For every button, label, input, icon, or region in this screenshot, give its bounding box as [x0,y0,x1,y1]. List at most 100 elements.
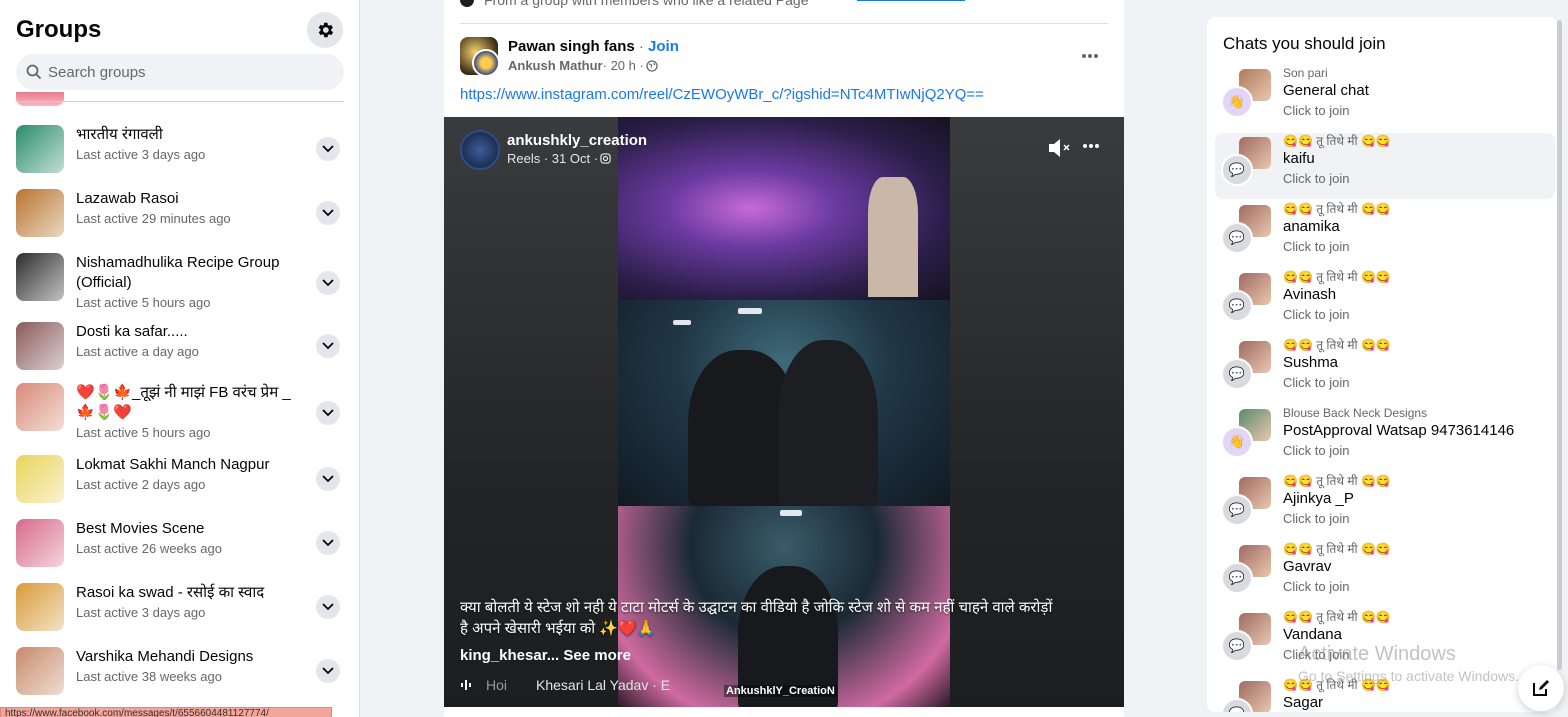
wave-icon: 👋 [1221,426,1253,458]
search-input[interactable] [48,63,328,81]
join-link[interactable]: Join [648,38,679,55]
group-expand-button[interactable] [316,531,340,555]
chat-suggestion[interactable]: 💬 😋😋 तू तिथे मी 😋😋 Sushma Click to join [1215,337,1555,403]
group-item[interactable]: Best Movies Scene Last active 26 weeks ag… [16,519,346,567]
new-message-button[interactable] [1518,665,1564,711]
reel-music[interactable]: Hoi Khesari Lal Yadav · E [460,677,670,693]
group-expand-button[interactable] [316,400,340,425]
group-name[interactable]: Nishamadhulika Recipe Group (Official) [76,253,296,293]
group-expand-button[interactable] [316,334,340,358]
group-item[interactable]: Varshika Mehandi Designs Last active 38 w… [16,647,346,695]
chat-suggestion[interactable]: 💬 😋😋 तू तिथे मी 😋😋 anamika Click to join [1215,201,1555,267]
group-item[interactable]: Lazawab Rasoi Last active 29 minutes ago [16,189,346,237]
chat-join-hint: Click to join [1283,103,1350,118]
info-icon [460,0,474,7]
suggestion-text: From a group with members who like a rel… [484,0,809,8]
chat-suggestion[interactable]: 💬 😋😋 तू तिथे मी 😋😋 Avinash Click to join [1215,269,1555,335]
group-name[interactable]: Lokmat Sakhi Manch Nagpur [76,455,296,475]
group-name-link[interactable]: Pawan singh fans [508,38,635,55]
sidebar-title: Groups [16,16,102,43]
chat-name: Ajinkya _P [1283,490,1354,507]
chat-join-hint: Click to join [1283,511,1350,526]
feed-column: From a group with members who like a rel… [444,0,1124,717]
chat-parent-group: Blouse Back Neck Designs [1283,406,1428,420]
reel-video[interactable]: ankushkly_creation Reels · 31 Oct · क्या… [444,117,1124,707]
reel-meta: Reels · 31 Oct · [507,151,611,166]
chat-bubble-icon: 💬 [1221,562,1253,594]
group-expand-button[interactable] [316,137,340,161]
chat-parent-group: 😋😋 तू तिथे मी 😋😋 [1283,338,1391,352]
chat-name: Sushma [1283,354,1339,371]
drone-shape [738,308,762,314]
post-link[interactable]: https://www.instagram.com/reel/CzEWOyWBr… [460,86,984,103]
author-name[interactable]: Ankush Mathur [508,58,603,73]
chat-suggestion[interactable]: 💬 😋😋 तू तिथे मी 😋😋 kaifu Click to join [1215,133,1555,199]
author-avatar[interactable] [472,49,500,77]
right-scrollbar[interactable] [1557,20,1562,670]
group-thumbnail[interactable] [16,383,64,431]
group-name[interactable]: भारतीय रंगावली [76,125,296,145]
group-thumbnail[interactable] [16,125,64,173]
search-groups[interactable] [16,54,344,90]
group-thumbnail[interactable] [16,253,64,301]
reel-options-button[interactable] [1078,133,1104,159]
group-thumbnail[interactable] [16,189,64,237]
chat-name: Sagar [1283,694,1324,711]
group-expand-button[interactable] [316,270,340,295]
group-thumbnail[interactable] [16,583,64,631]
search-icon [26,64,42,80]
group-item[interactable]: भारतीय रंगावली Last active 3 days ago [16,125,346,173]
group-name[interactable]: Lazawab Rasoi [76,189,296,209]
group-item[interactable]: Nishamadhulika Recipe Group (Official) La… [16,253,346,312]
group-name[interactable]: ❤️🌷🍁_तूझं नी माझं FB वरंच प्रेम _🍁🌷❤️ [76,383,296,423]
reel-date: Reels · 31 Oct · [507,151,599,166]
video-frame-2 [618,300,950,510]
group-info: Nishamadhulika Recipe Group (Official) La… [76,253,296,312]
chat-name: Gavrav [1283,558,1332,575]
wave-icon: 👋 [1221,86,1253,118]
status-url: https://www.facebook.com/messages/t/6556… [0,707,332,717]
post-options-button[interactable] [1074,40,1106,72]
mute-button[interactable] [1046,137,1072,159]
chat-join-hint: Click to join [1283,307,1350,322]
group-item[interactable]: Lokmat Sakhi Manch Nagpur Last active 2 d… [16,455,346,503]
group-thumbnail[interactable] [16,322,64,370]
post-meta: Ankush Mathur · 20 h · [508,58,658,73]
chat-suggestion[interactable]: 👋 Son pari General chat Click to join [1215,65,1555,131]
group-expand-button[interactable] [316,659,340,683]
group-name[interactable]: Best Movies Scene [76,519,296,539]
chat-suggestion[interactable]: 👋 Blouse Back Neck Designs PostApproval Wa… [1215,405,1555,471]
group-item[interactable]: Rasoi ka swad - रसोई का स्वाद Last active… [16,583,346,631]
instagram-icon [600,153,611,164]
group-item[interactable]: Dosti ka safar..... Last active a day ago [16,322,346,370]
chat-bubble-icon: 💬 [1221,630,1253,662]
group-name[interactable]: Varshika Mehandi Designs [76,647,296,667]
video-watermark: AnkushklY_CreatioN [724,685,837,697]
settings-button[interactable] [307,12,343,48]
group-item[interactable]: ❤️🌷🍁_तूझं नी माझं FB वरंच प्रेम _🍁🌷❤️ Las… [16,383,346,442]
video-frame-1 [618,117,950,300]
group-thumbnail[interactable] [16,455,64,503]
chat-bubble-icon: 💬 [1221,154,1253,186]
post-time[interactable]: · 20 h · [603,58,644,73]
group-expand-button[interactable] [316,201,340,225]
chat-parent-group: 😋😋 तू तिथे मी 😋😋 [1283,542,1391,556]
group-thumbnail[interactable] [16,647,64,695]
chat-suggestion[interactable]: 💬 😋😋 तू तिथे मी 😋😋 Ajinkya _P Click to join [1215,473,1555,539]
creator-name[interactable]: ankushkly_creation [507,132,647,149]
chat-join-hint: Click to join [1283,171,1350,186]
see-more-link[interactable]: king_khesar... See more [460,647,631,664]
group-name[interactable]: Rasoi ka swad - रसोई का स्वाद [76,583,296,603]
chats-title: Chats you should join [1223,34,1386,53]
creator-avatar[interactable] [460,130,500,170]
group-last-active: Last active 38 weeks ago [76,669,222,684]
group-info: Rasoi ka swad - रसोई का स्वाद Last active… [76,583,296,622]
group-name[interactable]: Dosti ka safar..... [76,322,296,342]
group-expand-button[interactable] [316,467,340,491]
group-expand-button[interactable] [316,595,340,619]
chat-suggestion[interactable]: 💬 😋😋 तू तिथे मी 😋😋 Gavrav Click to join [1215,541,1555,607]
group-info: ❤️🌷🍁_तूझं नी माझं FB वरंच प्रेम _🍁🌷❤️ Las… [76,383,296,442]
chat-bubble-icon: 💬 [1221,290,1253,322]
group-info: Lokmat Sakhi Manch Nagpur Last active 2 d… [76,455,296,494]
group-thumbnail[interactable] [16,519,64,567]
